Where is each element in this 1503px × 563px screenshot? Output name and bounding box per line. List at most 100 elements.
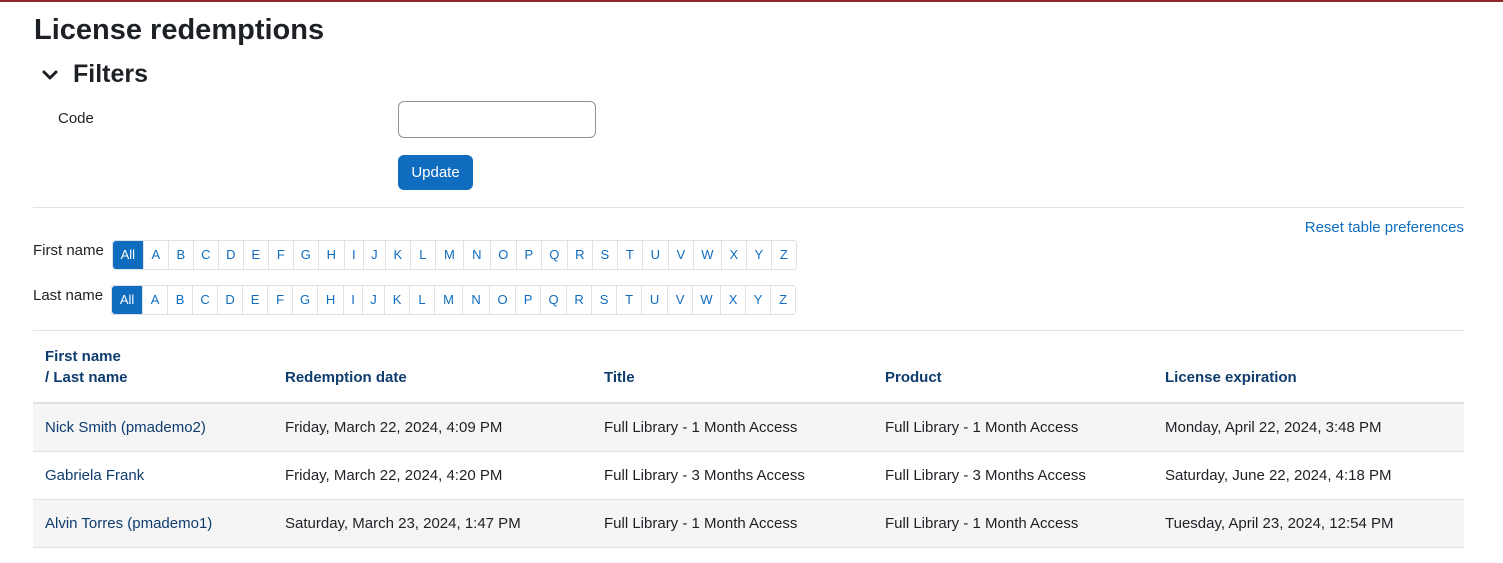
filters-toggle[interactable]: Filters — [41, 60, 148, 89]
first-name-initial-t[interactable]: T — [616, 241, 642, 269]
last-name-initial-i[interactable]: I — [343, 286, 362, 314]
last-name-initial-p[interactable]: P — [515, 286, 540, 314]
first-name-initial-i[interactable]: I — [343, 241, 363, 269]
first-name-initial-m[interactable]: M — [434, 241, 463, 269]
user-profile-link[interactable]: Alvin Torres (pmademo1) — [45, 515, 212, 532]
cell-name: Nick Smith (pmademo2) — [33, 403, 273, 452]
code-label: Code — [58, 110, 94, 127]
first-name-initial-a[interactable]: A — [142, 241, 168, 269]
first-name-initial-l[interactable]: L — [409, 241, 435, 269]
last-name-initials-filter: Last name All A B C D E F G H I J K L M N O P Q R S T U V W X Y Z — [33, 285, 797, 315]
sort-title-link[interactable]: Title — [604, 369, 635, 386]
user-profile-link[interactable]: Nick Smith (pmademo2) — [45, 419, 206, 436]
last-name-initial-q[interactable]: Q — [540, 286, 566, 314]
first-name-initial-all[interactable]: All — [112, 241, 143, 269]
last-name-initial-s[interactable]: S — [591, 286, 616, 314]
first-name-initial-b[interactable]: B — [167, 241, 193, 269]
user-profile-link[interactable]: Gabriela Frank — [45, 467, 144, 484]
first-name-initial-s[interactable]: S — [591, 241, 617, 269]
first-name-initial-o[interactable]: O — [489, 241, 516, 269]
last-name-initial-f[interactable]: F — [267, 286, 292, 314]
cell-product: Full Library - 3 Months Access — [873, 451, 1153, 500]
cell-product: Full Library - 1 Month Access — [873, 499, 1153, 548]
column-header-name: First name / Last name — [33, 340, 273, 404]
last-name-initial-x[interactable]: X — [720, 286, 745, 314]
cell-name: Alvin Torres (pmademo1) — [33, 499, 273, 548]
first-name-initial-e[interactable]: E — [242, 241, 268, 269]
last-name-initial-d[interactable]: D — [217, 286, 242, 314]
last-name-initial-v[interactable]: V — [667, 286, 692, 314]
first-name-initial-p[interactable]: P — [515, 241, 541, 269]
cell-title: Full Library - 3 Months Access — [592, 451, 873, 500]
first-name-initial-j[interactable]: J — [362, 241, 385, 269]
table-header-row: First name / Last name Redemption date T… — [33, 340, 1464, 404]
filters-heading: Filters — [73, 60, 149, 88]
last-name-initial-y[interactable]: Y — [745, 286, 770, 314]
last-name-initials-bar: All A B C D E F G H I J K L M N O P Q R S T U V W X Y Z — [111, 285, 797, 315]
cell-redemption-date: Saturday, March 23, 2024, 1:47 PM — [273, 499, 592, 548]
last-name-initial-t[interactable]: T — [616, 286, 641, 314]
divider — [33, 330, 1464, 331]
cell-title: Full Library - 1 Month Access — [592, 403, 873, 452]
first-name-initial-d[interactable]: D — [217, 241, 243, 269]
last-name-initial-e[interactable]: E — [242, 286, 267, 314]
first-name-initial-h[interactable]: H — [317, 241, 344, 269]
sort-license-expiration-link[interactable]: License expiration — [1165, 369, 1297, 386]
last-name-initial-c[interactable]: C — [192, 286, 217, 314]
sort-last-name-link[interactable]: / Last name — [45, 369, 128, 386]
column-header-license-expiration: License expiration — [1153, 340, 1464, 404]
first-name-initials-filter: First name All A B C D E F G H I J K L M N O P Q R S T U V W X Y Z — [33, 240, 797, 270]
last-name-initials-label: Last name — [33, 287, 104, 304]
last-name-initial-g[interactable]: G — [292, 286, 317, 314]
update-button[interactable]: Update — [398, 155, 473, 190]
cell-name: Gabriela Frank — [33, 451, 273, 500]
first-name-initials-bar: All A B C D E F G H I J K L M N O P Q R S T U V W X Y Z — [111, 240, 797, 270]
first-name-initial-y[interactable]: Y — [745, 241, 771, 269]
top-border — [0, 0, 1503, 2]
first-name-initial-c[interactable]: C — [192, 241, 218, 269]
last-name-initial-r[interactable]: R — [566, 286, 591, 314]
first-name-initial-g[interactable]: G — [292, 241, 318, 269]
first-name-initial-u[interactable]: U — [641, 241, 668, 269]
last-name-initial-k[interactable]: K — [384, 286, 409, 314]
cell-redemption-date: Friday, March 22, 2024, 4:20 PM — [273, 451, 592, 500]
cell-title: Full Library - 1 Month Access — [592, 499, 873, 548]
divider — [33, 207, 1464, 208]
column-header-title: Title — [592, 340, 873, 404]
first-name-initial-k[interactable]: K — [384, 241, 410, 269]
last-name-initial-o[interactable]: O — [489, 286, 515, 314]
first-name-initial-n[interactable]: N — [462, 241, 490, 269]
page-title: License redemptions — [34, 14, 325, 46]
table-row: Nick Smith (pmademo2) Friday, March 22, … — [33, 403, 1464, 452]
code-input[interactable] — [398, 101, 596, 138]
sort-redemption-date-link[interactable]: Redemption date — [285, 369, 407, 386]
table-row: Alvin Torres (pmademo1) Saturday, March … — [33, 499, 1464, 548]
first-name-initial-w[interactable]: W — [692, 241, 721, 269]
last-name-initial-all[interactable]: All — [112, 286, 143, 314]
first-name-initial-x[interactable]: X — [720, 241, 746, 269]
first-name-initial-q[interactable]: Q — [540, 241, 567, 269]
first-name-initial-f[interactable]: F — [267, 241, 293, 269]
last-name-initial-w[interactable]: W — [692, 286, 720, 314]
first-name-initial-r[interactable]: R — [566, 241, 592, 269]
column-header-product: Product — [873, 340, 1153, 404]
last-name-initial-b[interactable]: B — [167, 286, 192, 314]
last-name-initial-a[interactable]: A — [142, 286, 167, 314]
last-name-initial-n[interactable]: N — [462, 286, 489, 314]
last-name-initial-l[interactable]: L — [409, 286, 434, 314]
first-name-initial-v[interactable]: V — [667, 241, 693, 269]
last-name-initial-z[interactable]: Z — [770, 286, 795, 314]
redemptions-table: First name / Last name Redemption date T… — [33, 340, 1464, 548]
cell-license-expiration: Saturday, June 22, 2024, 4:18 PM — [1153, 451, 1464, 500]
last-name-initial-u[interactable]: U — [641, 286, 667, 314]
cell-product: Full Library - 1 Month Access — [873, 403, 1153, 452]
last-name-initial-j[interactable]: J — [362, 286, 384, 314]
sort-product-link[interactable]: Product — [885, 369, 942, 386]
last-name-initial-m[interactable]: M — [434, 286, 462, 314]
reset-table-preferences-link[interactable]: Reset table preferences — [1305, 219, 1464, 236]
first-name-initials-label: First name — [33, 242, 104, 259]
first-name-initial-z[interactable]: Z — [770, 241, 796, 269]
last-name-initial-h[interactable]: H — [317, 286, 343, 314]
sort-first-name-link[interactable]: First name — [45, 348, 121, 365]
chevron-down-icon — [42, 70, 58, 79]
